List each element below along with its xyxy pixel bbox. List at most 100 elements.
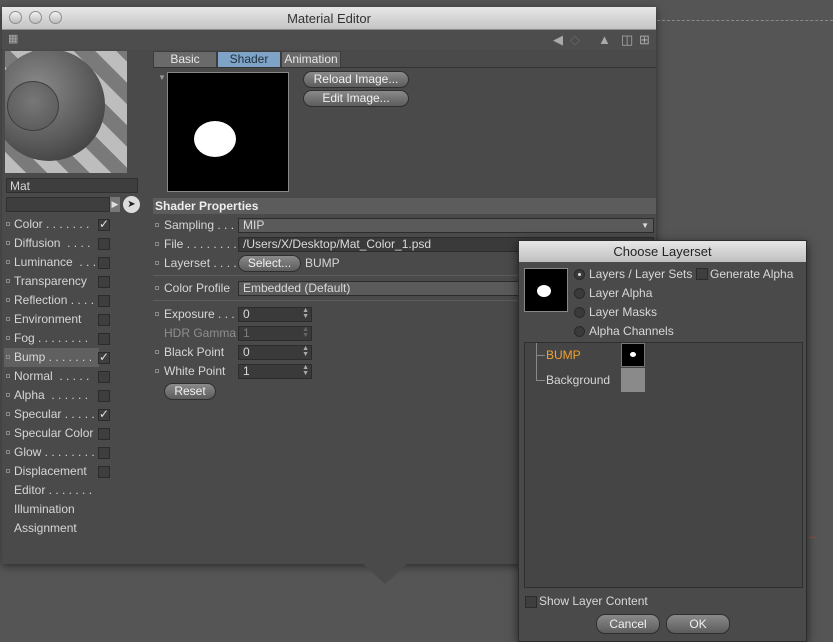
channel-item[interactable]: Transparency: [4, 272, 110, 291]
animate-dot[interactable]: [155, 286, 159, 290]
channel-label: Environment: [14, 312, 85, 326]
radio-layers-label: Layers / Layer Sets: [589, 267, 693, 281]
channel-checkbox[interactable]: ✓: [98, 408, 110, 421]
lock-icon[interactable]: ◫: [621, 32, 633, 48]
texture-blob: [194, 121, 236, 157]
channel-item[interactable]: Specular . . . . . ✓: [4, 405, 110, 424]
channel-checkbox[interactable]: [98, 428, 110, 440]
shader-properties-header: Shader Properties: [153, 198, 656, 214]
channel-checkbox[interactable]: [98, 257, 110, 269]
preview-sphere: [5, 51, 105, 161]
channel-label: Alpha . . . . . .: [14, 388, 92, 402]
cancel-button[interactable]: Cancel: [596, 614, 660, 634]
sampling-label: Sampling . . .: [164, 218, 235, 232]
radio-alpha-channels[interactable]: [574, 326, 585, 337]
animate-dot[interactable]: [155, 261, 159, 265]
up-arrow-icon[interactable]: ▲: [598, 32, 611, 47]
channel-item[interactable]: Bump . . . . . . . ✓: [4, 348, 110, 367]
layerset-label: Layerset . . . .: [164, 256, 237, 270]
channel-item[interactable]: Luminance . . .: [4, 253, 110, 272]
white-point-label: White Point: [164, 364, 226, 378]
channel-checkbox[interactable]: [98, 238, 110, 250]
reload-image-button[interactable]: Reload Image...: [303, 71, 409, 88]
channel-checkbox[interactable]: [98, 276, 110, 288]
channel-checkbox[interactable]: [98, 390, 110, 402]
ok-button[interactable]: OK: [666, 614, 730, 634]
exposure-field[interactable]: 0 ▲ ▼: [238, 307, 312, 322]
spinner-arrows-icon[interactable]: ▲ ▼: [302, 345, 309, 358]
channel-item[interactable]: Alpha . . . . . .: [4, 386, 110, 405]
channel-item[interactable]: Assignment: [4, 519, 99, 538]
white-point-value: 1: [243, 364, 250, 378]
channel-item[interactable]: Color . . . . . . . ✓: [4, 215, 110, 234]
layer-row-background[interactable]: Background: [525, 355, 802, 392]
channel-item[interactable]: Normal . . . . .: [4, 367, 110, 386]
channel-checkbox[interactable]: ✓: [98, 351, 110, 364]
channel-checkbox[interactable]: [98, 333, 110, 345]
animate-dot[interactable]: [155, 312, 159, 316]
animate-dot[interactable]: [155, 223, 159, 227]
channel-item[interactable]: Editor . . . . . . .: [4, 481, 99, 500]
channel-dot: [6, 336, 10, 340]
material-name-field[interactable]: Mat: [6, 178, 138, 193]
channel-item[interactable]: Fog . . . . . . . .: [4, 329, 110, 348]
channel-item[interactable]: Diffusion . . . .: [4, 234, 110, 253]
white-point-field[interactable]: 1 ▲ ▼: [238, 364, 312, 379]
dialog-title: Choose Layerset: [613, 244, 712, 259]
new-window-icon[interactable]: ⊞: [639, 32, 650, 48]
channel-item[interactable]: Environment: [4, 310, 110, 329]
material-menu-arrow-icon[interactable]: ▶: [110, 197, 120, 212]
channel-item[interactable]: Specular Color: [4, 424, 110, 443]
reset-button[interactable]: Reset: [164, 383, 216, 400]
tab-shader[interactable]: Shader: [217, 51, 281, 68]
black-point-field[interactable]: 0 ▲ ▼: [238, 345, 312, 360]
channel-checkbox[interactable]: [98, 371, 110, 383]
show-layer-content-checkbox[interactable]: [525, 596, 537, 608]
channel-checkbox[interactable]: [98, 295, 110, 307]
exposure-value: 0: [243, 307, 250, 321]
channel-checkbox[interactable]: [98, 314, 110, 326]
layer-name: Background: [546, 373, 611, 387]
animate-dot[interactable]: [155, 369, 159, 373]
channel-label: Diffusion . . . .: [14, 236, 94, 250]
pick-cursor-icon[interactable]: ➤: [123, 196, 140, 213]
channel-item[interactable]: Reflection . . . .: [4, 291, 110, 310]
history-icon[interactable]: ◇: [570, 32, 580, 48]
tab-animation[interactable]: Animation: [281, 51, 341, 68]
sampling-dropdown[interactable]: MIP ▼: [238, 218, 654, 233]
channel-item[interactable]: Displacement: [4, 462, 110, 481]
layerset-select-button[interactable]: Select...: [238, 255, 301, 272]
radio-layer-masks[interactable]: [574, 307, 585, 318]
thumbnail-blob: [537, 285, 551, 297]
channel-dot: [6, 450, 10, 454]
material-search-field[interactable]: [6, 197, 110, 212]
window-title: Material Editor: [287, 11, 371, 26]
choose-layerset-dialog: Choose Layerset Layers / Layer Sets Gene…: [518, 240, 807, 642]
channel-item[interactable]: Glow . . . . . . . .: [4, 443, 110, 462]
channel-checkbox[interactable]: ✓: [98, 218, 110, 231]
show-layer-content-label: Show Layer Content: [539, 594, 648, 608]
generate-alpha-checkbox[interactable]: [696, 268, 708, 280]
channel-checkbox[interactable]: [98, 466, 110, 478]
radio-layers[interactable]: [574, 269, 585, 280]
layer-name: BUMP: [546, 348, 581, 362]
material-preview[interactable]: [5, 51, 127, 173]
spinner-arrows-icon[interactable]: ▲ ▼: [302, 307, 309, 320]
spinner-arrows-icon[interactable]: ▲ ▼: [302, 364, 309, 377]
grip-icon[interactable]: ▦: [8, 32, 18, 45]
radio-layer-alpha[interactable]: [574, 288, 585, 299]
channel-label: Glow . . . . . . . .: [14, 445, 99, 459]
tab-basic[interactable]: Basic: [153, 51, 217, 68]
animate-dot[interactable]: [155, 242, 159, 246]
animate-dot[interactable]: [155, 350, 159, 354]
channel-checkbox[interactable]: [98, 447, 110, 459]
edit-image-button[interactable]: Edit Image...: [303, 90, 409, 107]
sampling-value: MIP: [243, 218, 265, 232]
channel-item[interactable]: Illumination: [4, 500, 99, 519]
collapse-triangle-icon[interactable]: ▼: [158, 73, 166, 82]
layer-row-bump[interactable]: BUMP: [525, 343, 802, 367]
hdr-gamma-field: 1 ▲ ▼: [238, 326, 312, 341]
back-arrow-icon[interactable]: ◀: [553, 32, 563, 48]
channel-label: Specular Color: [14, 426, 97, 440]
hdr-gamma-value: 1: [243, 326, 250, 340]
